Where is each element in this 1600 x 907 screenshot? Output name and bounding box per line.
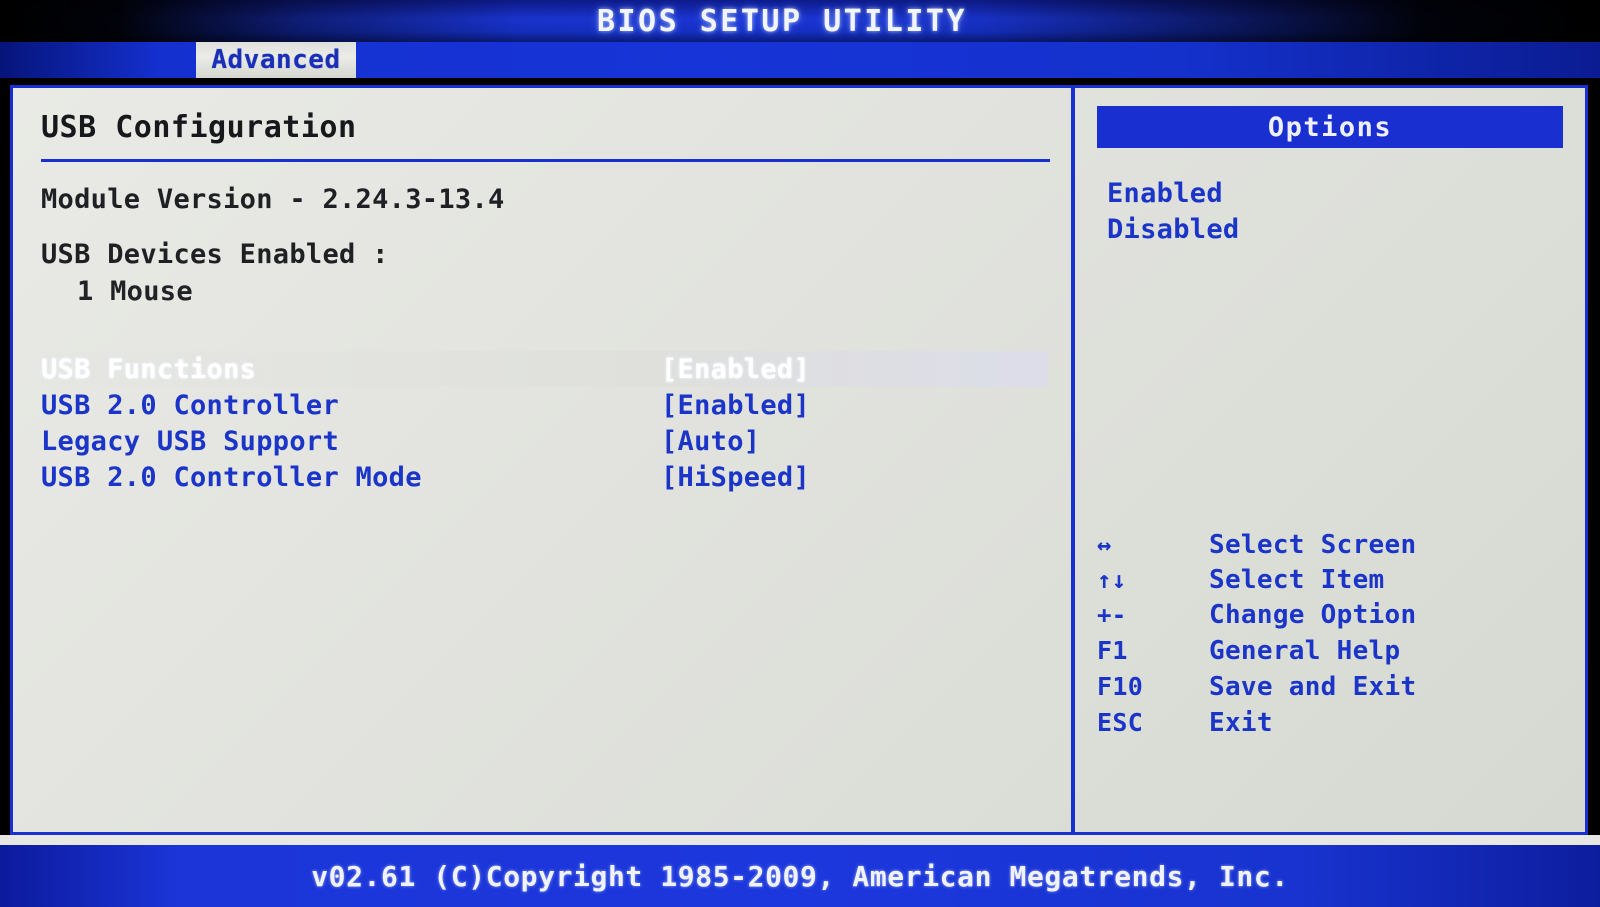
setting-value: [Enabled] [661,353,810,385]
left-right-arrow-icon: ↔ [1097,531,1112,559]
setting-label: USB 2.0 Controller [41,389,339,421]
tab-advanced-label: Advanced [211,45,341,75]
footer-gap [0,835,1600,845]
setting-label: Legacy USB Support [41,425,339,457]
setting-row-usb-2-0-controller[interactable]: USB 2.0 Controller [Enabled] [41,387,1048,423]
setting-value: [Auto] [661,425,761,457]
options-list: Enabled Disabled [1097,176,1563,248]
setting-row-legacy-usb-support[interactable]: Legacy USB Support [Auto] [41,423,1048,459]
setting-row-usb-functions[interactable]: USB Functions [Enabled] [41,351,1048,387]
legend-desc: Select Item [1209,565,1385,595]
footer-bar: v02.61 (C)Copyright 1985-2009, American … [0,845,1600,907]
settings-list: USB Functions [Enabled] USB 2.0 Controll… [41,351,1048,495]
legend-row-select-item: ↑↓ Select Item [1097,563,1567,598]
setting-row-usb-2-0-controller-mode[interactable]: USB 2.0 Controller Mode [HiSpeed] [41,459,1048,495]
legend-row-save-and-exit: F10 Save and Exit [1097,669,1567,705]
options-header: Options [1097,106,1563,148]
esc-key-label: ESC [1097,708,1144,737]
legend-row-exit: ESC Exit [1097,705,1567,741]
bios-screen: BIOS SETUP UTILITY Advanced USB Configur… [0,0,1600,907]
legend-row-select-screen: ↔ Select Screen [1097,528,1567,563]
up-down-arrow-icon: ↑↓ [1097,566,1127,594]
setting-value: [Enabled] [661,389,810,421]
legend-desc: General Help [1209,636,1401,666]
f1-key-label: F1 [1097,636,1128,665]
setting-label: USB Functions [41,353,257,385]
option-item-enabled[interactable]: Enabled [1107,176,1563,212]
legend-row-general-help: F1 General Help [1097,633,1567,669]
options-header-label: Options [1267,111,1393,143]
plus-minus-icon: +- [1097,601,1127,629]
setting-label: USB 2.0 Controller Mode [41,461,422,493]
page-title: BIOS SETUP UTILITY [596,3,968,39]
tab-advanced[interactable]: Advanced [196,42,356,78]
legend-desc: Save and Exit [1209,672,1417,702]
copyright-text: v02.61 (C)Copyright 1985-2009, American … [311,859,1289,893]
content-frame: USB Configuration Module Version - 2.24.… [10,85,1588,835]
legend-desc: Change Option [1209,600,1417,630]
title-bar: BIOS SETUP UTILITY [0,0,1600,42]
legend-row-change-option: +- Change Option [1097,598,1567,633]
module-version-line: Module Version - 2.24.3-13.4 [41,184,505,215]
section-title: USB Configuration [41,110,357,145]
usb-devices-enabled-header: USB Devices Enabled : [41,239,389,270]
options-panel: Options Enabled Disabled ↔ Select Screen… [1075,88,1585,832]
option-item-disabled[interactable]: Disabled [1107,212,1563,248]
setting-value: [HiSpeed] [661,461,810,493]
legend-desc: Select Screen [1209,530,1417,560]
legend-desc: Exit [1209,708,1273,738]
f10-key-label: F10 [1097,672,1144,701]
configuration-panel: USB Configuration Module Version - 2.24.… [13,88,1068,832]
usb-device-item: 1 Mouse [77,276,193,307]
section-divider-rule [41,159,1050,162]
key-legend: ↔ Select Screen ↑↓ Select Item +- Change… [1097,528,1567,741]
